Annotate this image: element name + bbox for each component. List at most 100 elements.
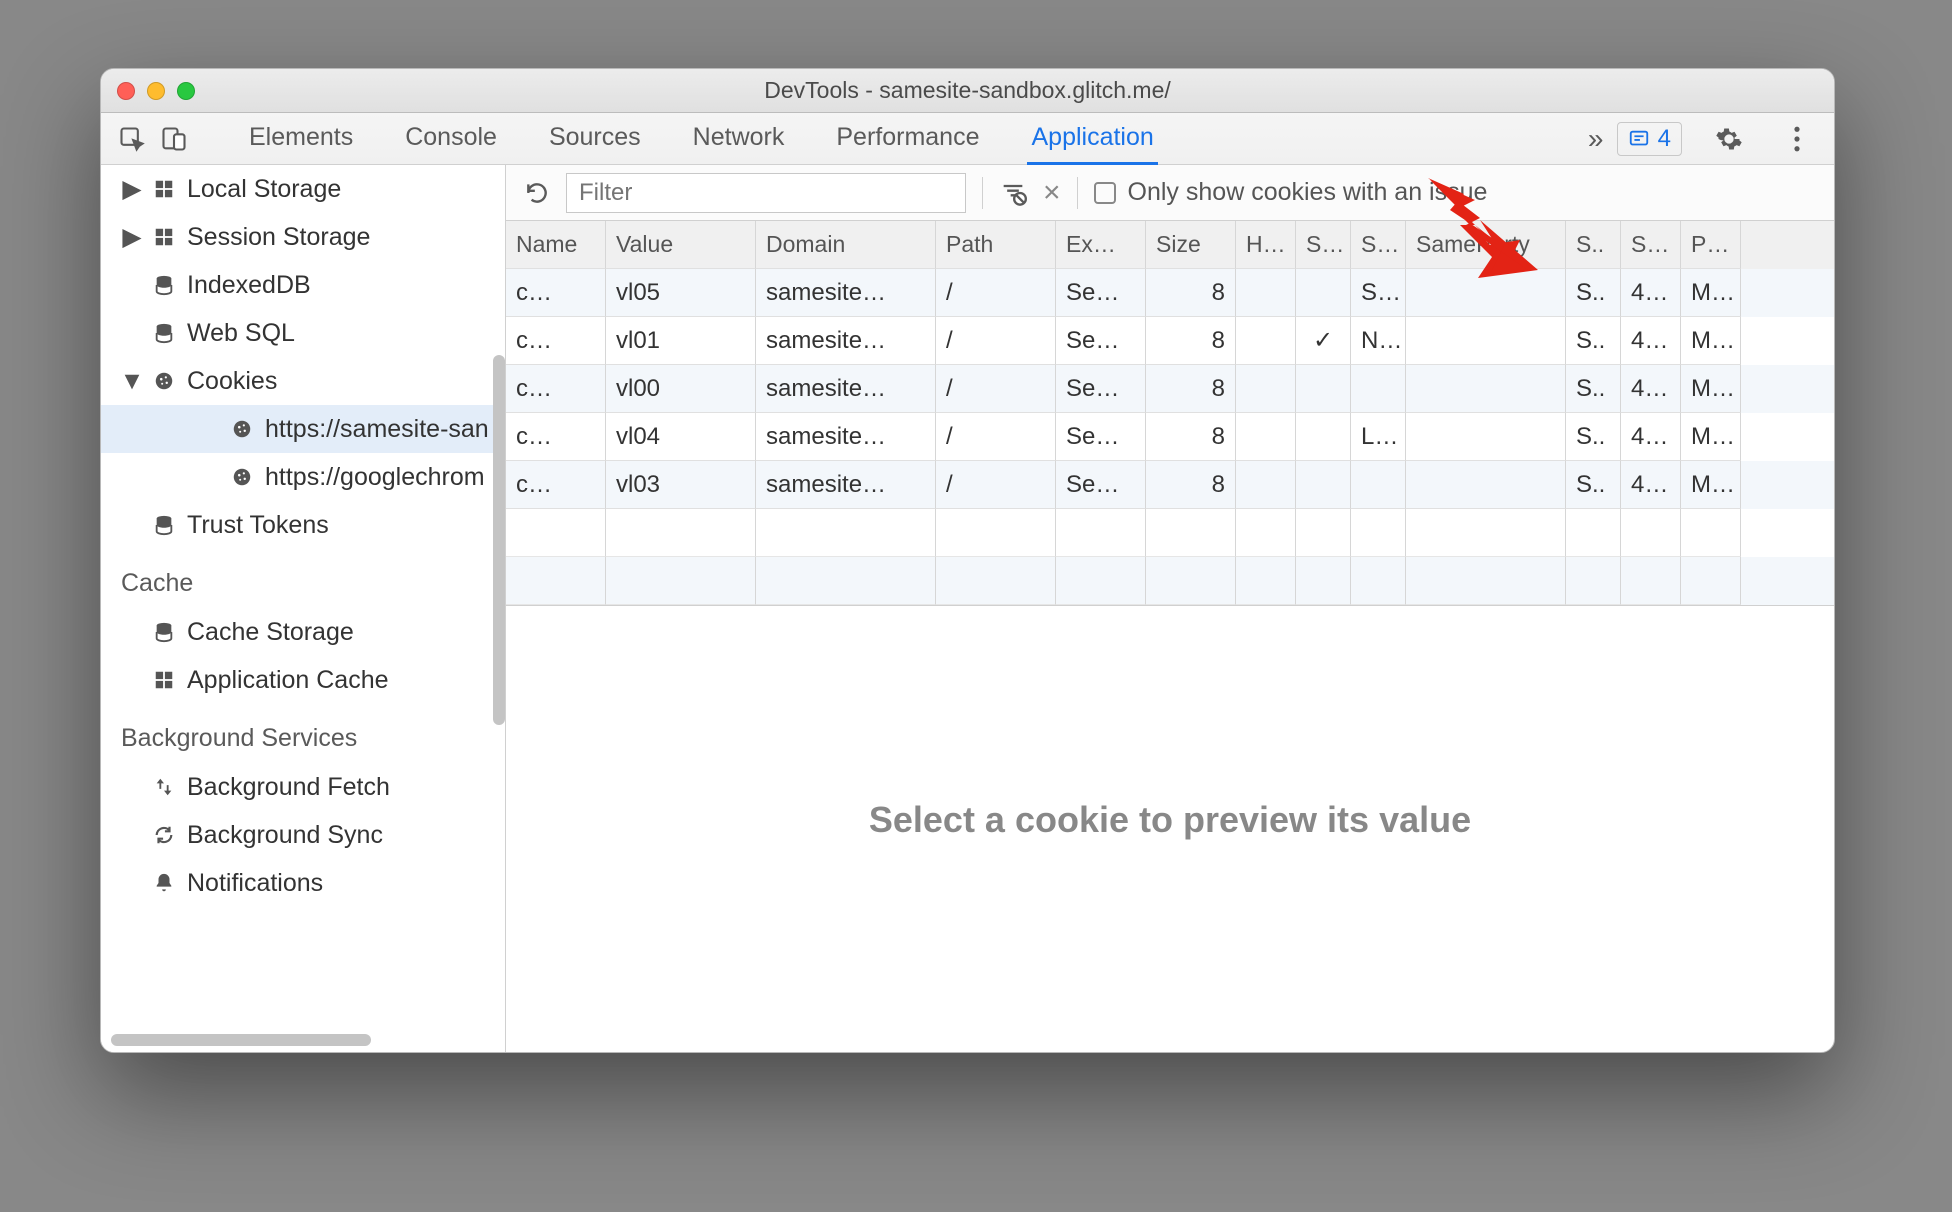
- sidebar-item[interactable]: https://samesite-san: [101, 405, 505, 453]
- cell-scheme: S..: [1566, 365, 1621, 413]
- titlebar: DevTools - samesite-sandbox.glitch.me/: [101, 69, 1834, 113]
- sync-icon: [151, 822, 177, 848]
- cookie-icon: [229, 416, 255, 442]
- cell-value: vl01: [606, 317, 756, 365]
- cell-samesite: L…: [1351, 413, 1406, 461]
- cell-size: 8: [1146, 269, 1236, 317]
- column-header[interactable]: Path: [936, 221, 1056, 269]
- sidebar-scrollbar-horizontal[interactable]: [111, 1034, 371, 1046]
- sidebar-item-label: Trust Tokens: [187, 511, 329, 540]
- column-header[interactable]: Domain: [756, 221, 936, 269]
- cell-path: /: [936, 269, 1056, 317]
- column-header[interactable]: S..: [1566, 221, 1621, 269]
- column-header[interactable]: H…: [1236, 221, 1296, 269]
- filter-input[interactable]: [566, 173, 966, 213]
- sidebar-item[interactable]: Notifications: [101, 859, 505, 907]
- sidebar-item-label: https://samesite-san: [265, 415, 489, 444]
- column-header[interactable]: S…: [1351, 221, 1406, 269]
- cell-secure: [1296, 365, 1351, 413]
- disclosure-triangle-icon[interactable]: ▶: [123, 174, 141, 204]
- column-header[interactable]: Size: [1146, 221, 1236, 269]
- cell-scheme: S..: [1566, 317, 1621, 365]
- database-icon: [151, 320, 177, 346]
- cell-path: /: [936, 317, 1056, 365]
- sidebar-scrollbar-vertical[interactable]: [493, 355, 505, 725]
- only-issues-label: Only show cookies with an issue: [1128, 178, 1488, 207]
- column-header[interactable]: S…: [1296, 221, 1351, 269]
- issues-badge[interactable]: 4: [1617, 122, 1682, 156]
- only-issues-checkbox[interactable]: Only show cookies with an issue: [1094, 178, 1488, 207]
- devtools-window: DevTools - samesite-sandbox.glitch.me/ E…: [100, 68, 1835, 1053]
- sidebar-item-label: Cache Storage: [187, 618, 354, 647]
- settings-icon[interactable]: [1708, 118, 1750, 160]
- table-row[interactable]: c…vl00samesite…/Se…8S..4…M…: [506, 365, 1834, 413]
- cell-expires: Se…: [1056, 317, 1146, 365]
- device-toggle-icon[interactable]: [153, 118, 195, 160]
- sidebar-item-label: Background Fetch: [187, 773, 390, 802]
- cell-secure: [1296, 269, 1351, 317]
- column-header[interactable]: P…: [1681, 221, 1741, 269]
- cell-port: 4…: [1621, 365, 1681, 413]
- kebab-menu-icon[interactable]: [1776, 118, 1818, 160]
- cell-http: [1236, 461, 1296, 509]
- sidebar-item[interactable]: Web SQL: [101, 309, 505, 357]
- sidebar-item-label: Cookies: [187, 367, 277, 396]
- sidebar-item-label: Background Sync: [187, 821, 383, 850]
- sidebar-item-label: Web SQL: [187, 319, 295, 348]
- sidebar-item[interactable]: IndexedDB: [101, 261, 505, 309]
- cell-sameparty: [1406, 269, 1566, 317]
- column-header[interactable]: Ex…: [1056, 221, 1146, 269]
- tab-performance[interactable]: Performance: [832, 113, 983, 165]
- sidebar-item[interactable]: Background Sync: [101, 811, 505, 859]
- column-header[interactable]: SameParty: [1406, 221, 1566, 269]
- clear-icon[interactable]: ×: [1043, 176, 1061, 210]
- tab-console[interactable]: Console: [401, 113, 501, 165]
- table-row[interactable]: c…vl03samesite…/Se…8S..4…M…: [506, 461, 1834, 509]
- disclosure-triangle-icon[interactable]: ▼: [123, 367, 141, 396]
- cell-value: vl05: [606, 269, 756, 317]
- cell-secure: [1296, 461, 1351, 509]
- table-row[interactable]: c…vl04samesite…/Se…8L…S..4…M…: [506, 413, 1834, 461]
- cell-port: 4…: [1621, 413, 1681, 461]
- sidebar-item-label: Notifications: [187, 869, 323, 898]
- cell-sameparty: [1406, 461, 1566, 509]
- table-row[interactable]: c…vl01samesite…/Se…8✓N…S..4…M…: [506, 317, 1834, 365]
- column-header[interactable]: Value: [606, 221, 756, 269]
- cell-priority: M…: [1681, 269, 1741, 317]
- cell-domain: samesite…: [756, 365, 936, 413]
- cell-value: vl00: [606, 365, 756, 413]
- refresh-icon[interactable]: [524, 180, 550, 206]
- table-row[interactable]: c…vl05samesite…/Se…8S…S..4…M…: [506, 269, 1834, 317]
- inspect-icon[interactable]: [111, 118, 153, 160]
- cell-path: /: [936, 413, 1056, 461]
- sidebar-item[interactable]: Background Fetch: [101, 763, 505, 811]
- column-header[interactable]: S…: [1621, 221, 1681, 269]
- cell-http: [1236, 413, 1296, 461]
- sidebar-item[interactable]: https://googlechrom: [101, 453, 505, 501]
- sidebar-item[interactable]: ▼ Cookies: [101, 357, 505, 405]
- cell-name: c…: [506, 317, 606, 365]
- cell-sameparty: [1406, 413, 1566, 461]
- tab-application[interactable]: Application: [1027, 113, 1157, 165]
- tab-sources[interactable]: Sources: [545, 113, 645, 165]
- tabs-overflow-button[interactable]: »: [1575, 118, 1617, 160]
- tab-elements[interactable]: Elements: [245, 113, 357, 165]
- table-row-empty: [506, 509, 1834, 557]
- disclosure-triangle-icon[interactable]: ▶: [123, 222, 141, 252]
- cell-sameparty: [1406, 365, 1566, 413]
- cell-samesite: [1351, 365, 1406, 413]
- cell-port: 4…: [1621, 461, 1681, 509]
- sidebar-item[interactable]: Application Cache: [101, 656, 505, 704]
- sidebar-item-label: Session Storage: [187, 223, 370, 252]
- clear-filtered-icon[interactable]: [999, 179, 1027, 207]
- sidebar-item[interactable]: Trust Tokens: [101, 501, 505, 549]
- sidebar-item[interactable]: ▶Local Storage: [101, 165, 505, 213]
- cell-priority: M…: [1681, 413, 1741, 461]
- cookies-toolbar: × Only show cookies with an issue: [506, 165, 1834, 221]
- sidebar-item[interactable]: ▶ Session Storage: [101, 213, 505, 261]
- cell-expires: Se…: [1056, 365, 1146, 413]
- sidebar-item[interactable]: Cache Storage: [101, 608, 505, 656]
- tab-network[interactable]: Network: [689, 113, 789, 165]
- column-header[interactable]: Name: [506, 221, 606, 269]
- cell-priority: M…: [1681, 317, 1741, 365]
